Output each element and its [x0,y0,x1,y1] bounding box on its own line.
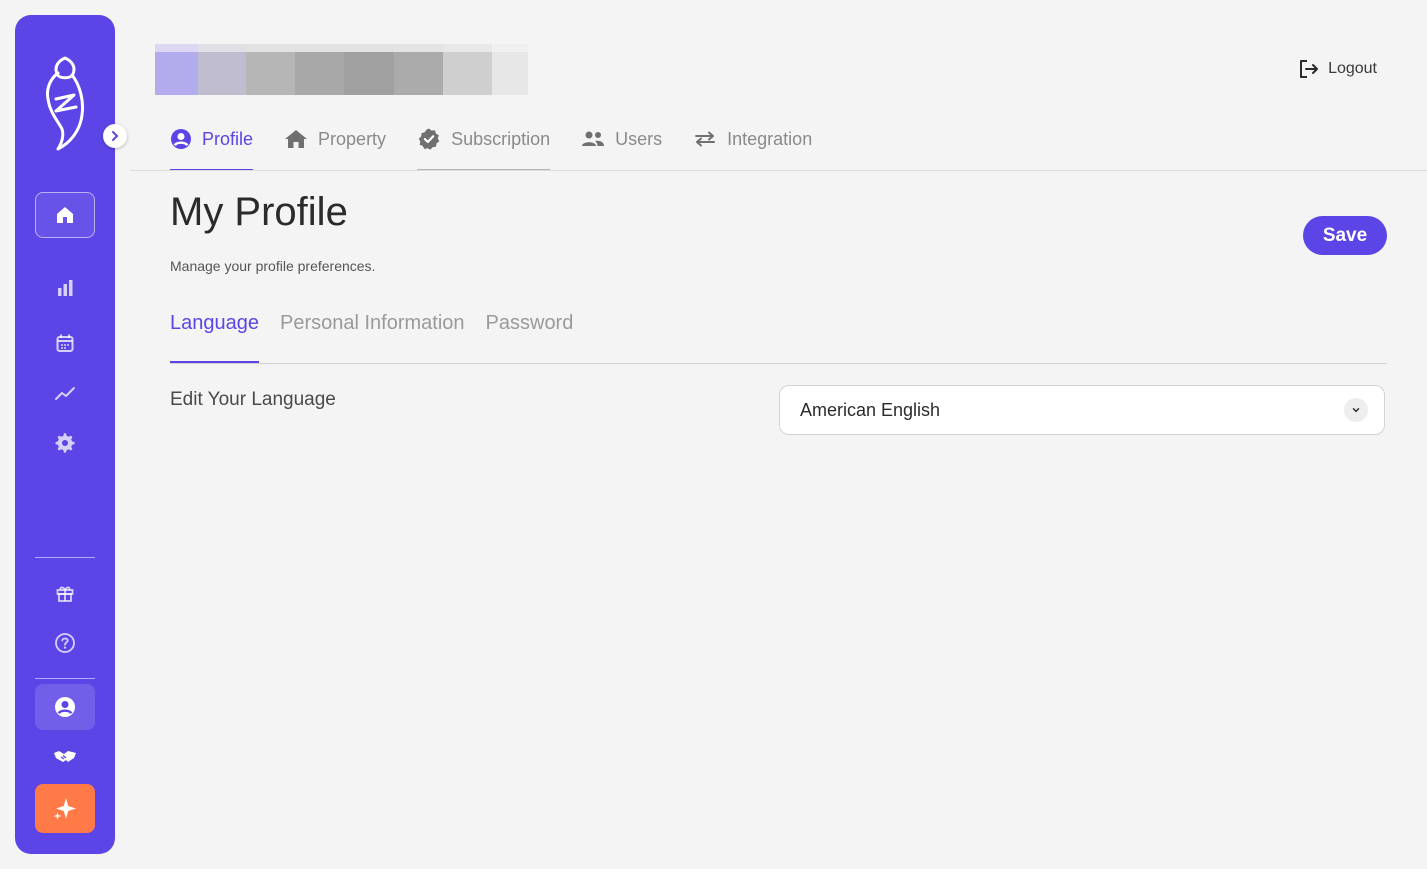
tab-label: Integration [727,128,813,149]
subtab-language[interactable]: Language [170,312,259,363]
home-icon [57,207,73,223]
logout-button[interactable]: Logout [1298,58,1377,80]
chevron-down-icon [1352,408,1360,413]
sparkle-icon [53,797,76,820]
tab-label: Profile [202,128,254,149]
sidebar-item-calendar[interactable] [35,320,95,366]
language-select[interactable]: American English [779,385,1385,435]
subtab-password[interactable]: Password [486,312,574,351]
sidebar-item-partners[interactable] [35,733,95,779]
save-button[interactable]: Save [1303,216,1387,255]
bar-chart-icon [58,280,73,296]
ai-assistant-button[interactable] [35,784,95,833]
language-select-value: American English [800,399,941,420]
profile-sub-tabs: Language Personal Information Password [170,312,594,363]
tab-label: Users [615,128,663,149]
tab-integration[interactable]: Integration [693,120,812,170]
users-icon [582,131,605,146]
app-logo [46,56,84,151]
handshake-icon [54,751,76,762]
logout-icon [1300,60,1319,78]
help-icon [55,633,75,653]
profile-icon [55,697,75,717]
sidebar-item-help[interactable] [35,620,95,666]
home-icon [285,130,308,148]
sidebar-item-gifts[interactable] [35,570,95,616]
sidebar-item-analytics[interactable] [35,370,95,416]
sidebar-divider [35,557,95,558]
sidebar-item-profile[interactable] [35,684,95,730]
brand-logo-blurred [155,44,528,95]
sub-tabs-divider [170,363,1387,364]
gear-icon [55,433,75,453]
trend-line-icon [55,387,75,400]
tab-subscription[interactable]: Subscription [417,120,551,171]
sidebar-toggle-button[interactable] [103,124,127,148]
sidebar-item-home[interactable] [35,192,95,238]
tab-label: Property [318,128,387,149]
sidebar-divider [35,678,95,679]
chevron-right-icon [112,131,119,141]
logout-label: Logout [1328,60,1377,77]
tab-property[interactable]: Property [284,120,386,170]
gift-icon [56,586,74,602]
sidebar-item-reports[interactable] [35,265,95,311]
header-divider [130,170,1427,171]
calendar-icon [56,334,74,352]
tab-label: Subscription [451,128,551,149]
settings-tabs: Profile Property Subscription Users Inte… [170,120,843,171]
tab-profile[interactable]: Profile [170,120,254,171]
tab-users[interactable]: Users [581,120,662,170]
language-field-label: Edit Your Language [170,389,336,410]
arrows-exchange-icon [695,131,716,147]
sidebar [15,15,127,854]
page-title: My Profile [170,190,348,234]
subtab-personal-information[interactable]: Personal Information [280,312,465,351]
dropdown-toggle[interactable] [1344,398,1368,422]
user-circle-icon [171,129,191,149]
badge-check-icon [418,128,440,150]
sidebar-item-settings[interactable] [35,420,95,466]
page-subtitle: Manage your profile preferences. [170,258,376,274]
